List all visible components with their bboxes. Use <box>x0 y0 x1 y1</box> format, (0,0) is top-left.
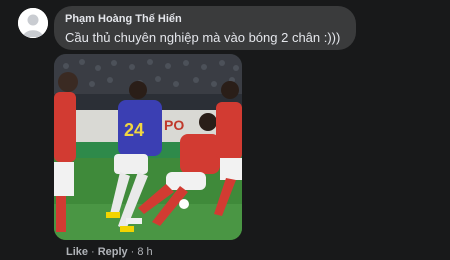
default-profile-icon <box>18 8 48 38</box>
comment-text: Cầu thủ chuyên nghiệp mà vào bóng 2 chân… <box>65 30 341 45</box>
like-button[interactable]: Like <box>66 246 88 258</box>
separator: · <box>91 246 95 258</box>
football-photo: PO 24 <box>54 54 242 240</box>
comment-author[interactable]: Phạm Hoàng Thế Hiển <box>65 13 182 25</box>
reply-button[interactable]: Reply <box>98 246 128 258</box>
sponsor-board-text: PO <box>164 117 184 133</box>
comment-attachment-image[interactable]: PO 24 <box>54 54 242 240</box>
comment-thread: Phạm Hoàng Thế Hiển Cầu thủ chuyên nghiệ… <box>0 0 450 260</box>
comment-bubble: Phạm Hoàng Thế Hiển Cầu thủ chuyên nghiệ… <box>54 6 356 50</box>
comment-timestamp[interactable]: 8 h <box>137 246 152 258</box>
player-jersey-number: 24 <box>124 120 144 140</box>
comment-actions: Like · Reply · 8 h <box>66 246 153 258</box>
avatar[interactable] <box>18 8 48 38</box>
separator: · <box>130 246 135 258</box>
